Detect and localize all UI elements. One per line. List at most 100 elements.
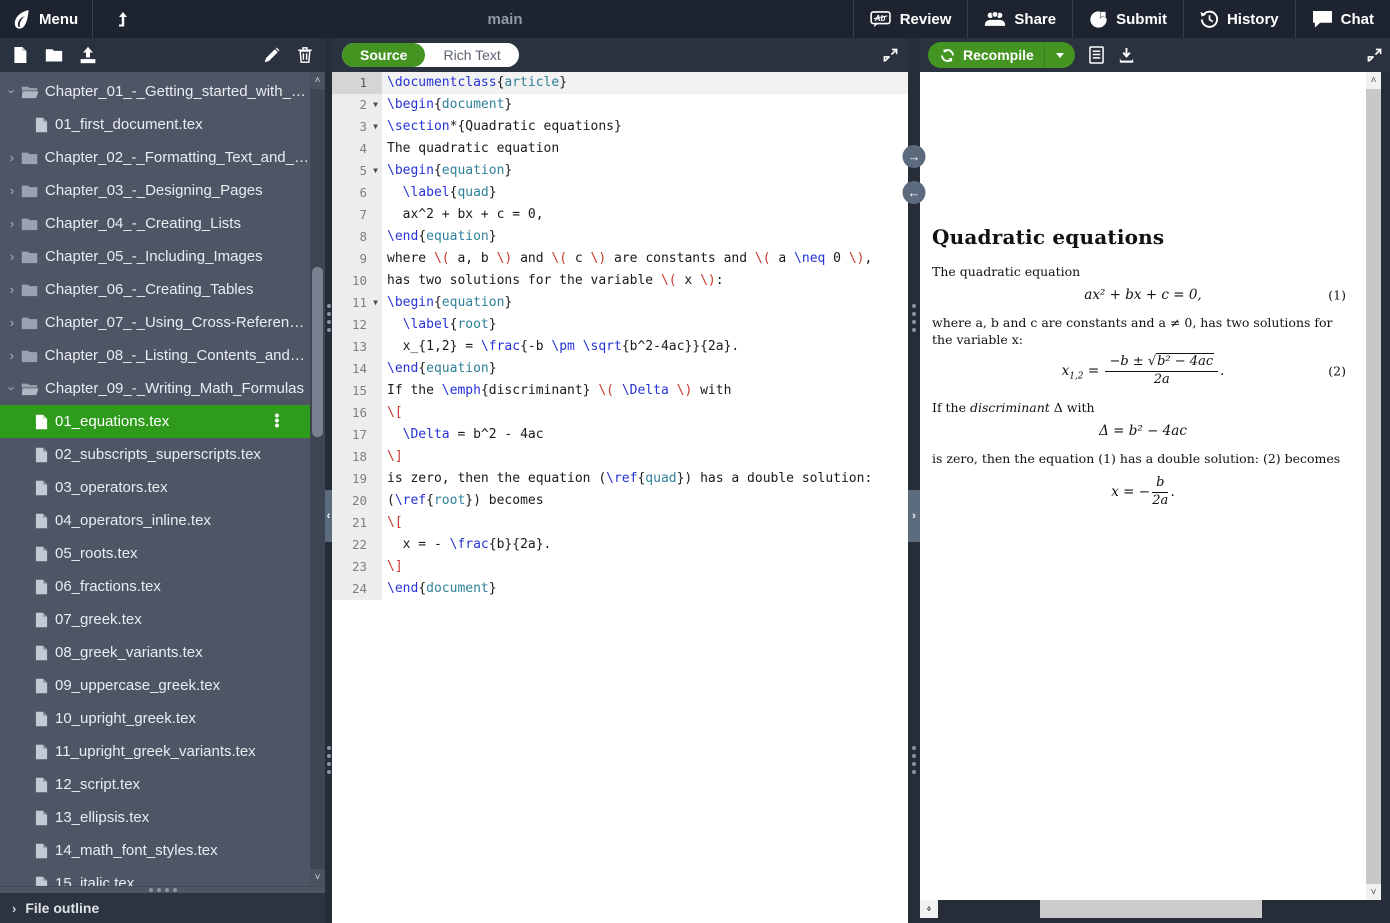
tree-file-row[interactable]: 09_uppercase_greek.tex — [0, 669, 310, 702]
chevron-right-icon[interactable]: › — [6, 183, 18, 198]
tree-file-row[interactable]: 02_subscripts_superscripts.tex — [0, 438, 310, 471]
fold-arrow-icon[interactable]: ▼ — [369, 160, 382, 182]
code-line[interactable]: 17 \Delta = b^2 - 4ac — [332, 424, 908, 446]
rich-text-tab[interactable]: Rich Text — [425, 43, 518, 67]
recompile-options-caret[interactable] — [1044, 42, 1075, 68]
code-line[interactable]: 2▼\begin{document} — [332, 94, 908, 116]
code-line[interactable]: 12 \label{root} — [332, 314, 908, 336]
pdf-vertical-scrollbar[interactable]: ˄ ˅ — [1366, 72, 1381, 900]
pdf-fullscreen-button[interactable] — [1367, 48, 1382, 63]
code-line[interactable]: 11▼\begin{equation} — [332, 292, 908, 314]
tree-file-row[interactable]: 05_roots.tex — [0, 537, 310, 570]
review-button[interactable]: AbReview — [853, 0, 968, 38]
collapse-sidebar-button[interactable]: ‹ — [325, 490, 332, 542]
chevron-down-icon[interactable]: › — [4, 86, 19, 98]
code-line[interactable]: 19is zero, then the equation (\ref{quad}… — [332, 468, 908, 490]
code-line[interactable]: 15If the \emph{discriminant} \( \Delta \… — [332, 380, 908, 402]
code-line[interactable]: 3▼\section*{Quadratic equations} — [332, 116, 908, 138]
share-button[interactable]: Share — [967, 0, 1072, 38]
divider-drag-handle[interactable] — [912, 304, 916, 332]
scroll-up-icon[interactable]: ˄ — [1366, 72, 1381, 88]
layout-left-arrow-button[interactable]: ← — [903, 181, 926, 204]
tree-file-row[interactable]: 11_upright_greek_variants.tex — [0, 735, 310, 768]
chevron-right-icon[interactable]: › — [6, 348, 18, 363]
tree-file-row[interactable]: 08_greek_variants.tex — [0, 636, 310, 669]
tree-folder-row[interactable]: ›Chapter_03_-_Designing_Pages — [0, 174, 310, 207]
code-line[interactable]: 16\[ — [332, 402, 908, 424]
chevron-right-icon[interactable]: › — [6, 150, 18, 165]
tree-folder-row[interactable]: ›Chapter_07_-_Using_Cross-References — [0, 306, 310, 339]
tree-file-row[interactable]: 01_equations.tex••• — [0, 405, 310, 438]
tree-file-row[interactable]: 07_greek.tex — [0, 603, 310, 636]
sidebar-scrollbar-thumb[interactable] — [312, 267, 323, 437]
tree-folder-row[interactable]: ›Chapter_04_-_Creating_Lists — [0, 207, 310, 240]
tree-file-row[interactable]: 10_upright_greek.tex — [0, 702, 310, 735]
code-line[interactable]: 21\[ — [332, 512, 908, 534]
chevron-right-icon[interactable]: › — [6, 315, 18, 330]
download-pdf-button[interactable] — [1118, 47, 1135, 64]
history-button[interactable]: History — [1183, 0, 1295, 38]
code-line[interactable]: 24\end{document} — [332, 578, 908, 600]
pdf-scrollbar-thumb[interactable] — [1366, 89, 1381, 886]
tree-file-row[interactable]: 06_fractions.tex — [0, 570, 310, 603]
sidebar-scrollbar[interactable]: ˄ ˅ — [310, 72, 325, 886]
file-outline-header[interactable]: › File outline — [0, 893, 325, 923]
tree-folder-row[interactable]: ›Chapter_01_-_Getting_started_with_L... — [0, 75, 310, 108]
code-line[interactable]: 10has two solutions for the variable \( … — [332, 270, 908, 292]
pdf-horizontal-scrollbar[interactable]: ‹ › — [920, 900, 938, 918]
kebab-menu-icon[interactable]: ••• — [274, 413, 280, 428]
collapse-pdf-button[interactable]: › — [908, 490, 920, 542]
tree-folder-row[interactable]: ›Chapter_05_-_Including_Images — [0, 240, 310, 273]
view-logs-button[interactable] — [1089, 46, 1104, 64]
fold-arrow-icon[interactable]: ▼ — [369, 292, 382, 314]
tree-file-row[interactable]: 15_italic.tex — [0, 867, 310, 886]
recompile-button[interactable]: Recompile — [928, 42, 1075, 68]
source-tab[interactable]: Source — [342, 43, 425, 67]
scroll-down-icon[interactable]: ˅ — [1366, 884, 1381, 900]
tree-file-row[interactable]: 14_math_font_styles.tex — [0, 834, 310, 867]
code-line[interactable]: 8\end{equation} — [332, 226, 908, 248]
delete-trash-button[interactable] — [295, 45, 315, 65]
tree-folder-row[interactable]: ›Chapter_06_-_Creating_Tables — [0, 273, 310, 306]
scroll-up-icon[interactable]: ˄ — [310, 72, 325, 89]
layout-right-arrow-button[interactable]: → — [903, 145, 926, 168]
editor-fullscreen-button[interactable] — [883, 48, 898, 63]
up-arrow-button[interactable] — [93, 0, 153, 38]
new-folder-button[interactable] — [44, 45, 64, 65]
chat-button[interactable]: Chat — [1295, 0, 1390, 38]
code-line[interactable]: 23\] — [332, 556, 908, 578]
code-line[interactable]: 5▼\begin{equation} — [332, 160, 908, 182]
code-line[interactable]: 20(\ref{root}) becomes — [332, 490, 908, 512]
scroll-right-icon[interactable]: › — [921, 900, 938, 918]
code-line[interactable]: 22 x = - \frac{b}{2a}. — [332, 534, 908, 556]
scroll-down-icon[interactable]: ˅ — [310, 869, 325, 886]
tree-file-row[interactable]: 13_ellipsis.tex — [0, 801, 310, 834]
tree-folder-row[interactable]: ›Chapter_02_-_Formatting_Text_and_C... — [0, 141, 310, 174]
upload-button[interactable] — [78, 45, 98, 65]
divider-drag-handle[interactable] — [912, 746, 916, 774]
fold-arrow-icon[interactable]: ▼ — [369, 94, 382, 116]
sidebar-editor-divider[interactable]: ‹ — [325, 38, 332, 923]
code-line[interactable]: 13 x_{1,2} = \frac{-b \pm \sqrt{b^2-4ac}… — [332, 336, 908, 358]
code-line[interactable]: 1\documentclass{article} — [332, 72, 908, 94]
divider-drag-handle[interactable] — [327, 746, 331, 774]
code-line[interactable]: 6 \label{quad} — [332, 182, 908, 204]
outline-resize-handle[interactable] — [0, 886, 325, 893]
code-line[interactable]: 14\end{equation} — [332, 358, 908, 380]
tree-folder-row[interactable]: ›Chapter_08_-_Listing_Contents_and_R.. — [0, 339, 310, 372]
code-line[interactable]: 18\] — [332, 446, 908, 468]
menu-button[interactable]: Menu — [0, 0, 92, 38]
editor-pdf-divider[interactable]: → ← › — [908, 38, 920, 923]
code-editor[interactable]: 1\documentclass{article}2▼\begin{documen… — [332, 72, 908, 923]
code-line[interactable]: 7 ax^2 + bx + c = 0, — [332, 204, 908, 226]
tree-file-row[interactable]: 12_script.tex — [0, 768, 310, 801]
pdf-hscrollbar-thumb[interactable] — [1040, 900, 1262, 918]
new-file-button[interactable] — [10, 45, 30, 65]
tree-file-row[interactable]: 03_operators.tex — [0, 471, 310, 504]
chevron-right-icon[interactable]: › — [6, 282, 18, 297]
chevron-right-icon[interactable]: › — [6, 249, 18, 264]
divider-drag-handle[interactable] — [327, 304, 331, 332]
code-line[interactable]: 4The quadratic equation — [332, 138, 908, 160]
tree-file-row[interactable]: 01_first_document.tex — [0, 108, 310, 141]
chevron-right-icon[interactable]: › — [6, 216, 18, 231]
